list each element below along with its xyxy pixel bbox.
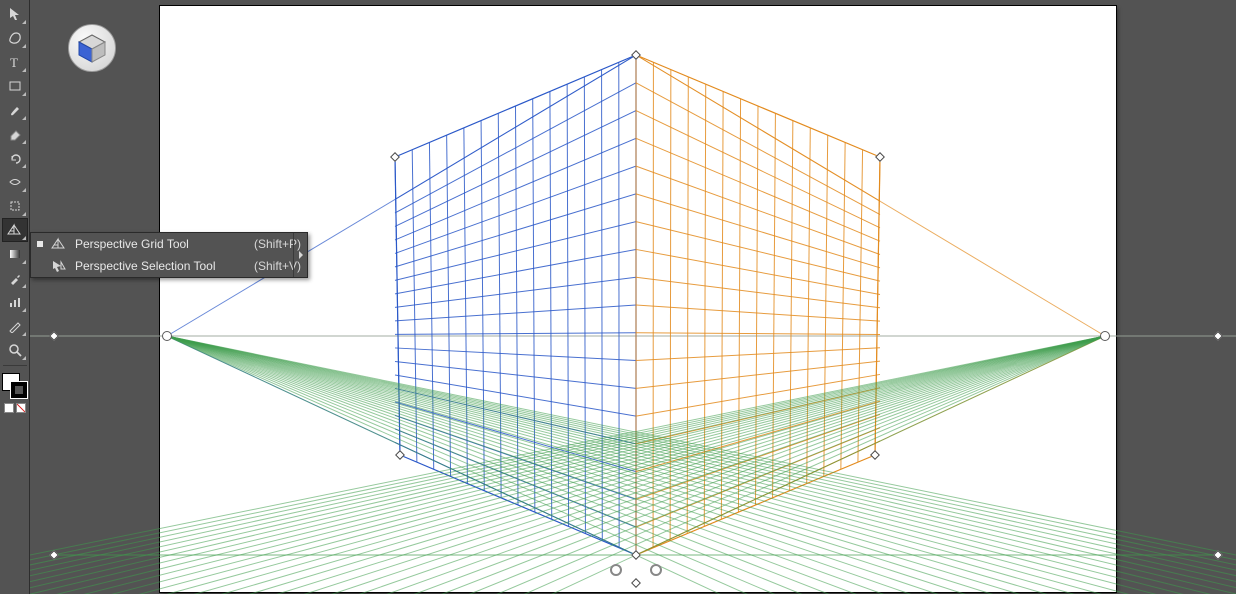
eyedropper-tool[interactable] — [3, 267, 27, 289]
flyout-tearoff-arrow[interactable] — [293, 233, 307, 277]
horizon-left-handle[interactable] — [49, 331, 59, 341]
horizon-right-handle[interactable] — [1213, 331, 1223, 341]
direct-selection-tool[interactable] — [3, 27, 27, 49]
flyout-item-perspective-grid[interactable]: Perspective Grid Tool (Shift+P) — [31, 233, 307, 255]
vanishing-point-left[interactable] — [162, 331, 172, 341]
origin-left-handle[interactable] — [610, 564, 622, 576]
artboard[interactable] — [160, 6, 1116, 592]
flyout-item-label: Perspective Grid Tool — [75, 237, 189, 251]
rectangle-tool[interactable] — [3, 75, 27, 97]
width-tool[interactable] — [3, 171, 27, 193]
gradient-tool[interactable] — [3, 243, 27, 265]
vanishing-point-right[interactable] — [1100, 331, 1110, 341]
perspective-grid-flyout: Perspective Grid Tool (Shift+P) Perspect… — [30, 232, 308, 278]
rotate-tool[interactable] — [3, 147, 27, 169]
zoom-tool[interactable] — [3, 339, 27, 361]
eraser-tool[interactable] — [3, 123, 27, 145]
tools-panel: T — [0, 0, 30, 594]
plane-chooser-widget[interactable] — [68, 24, 116, 72]
ground-right-handle[interactable] — [1213, 550, 1223, 560]
origin-right-handle[interactable] — [650, 564, 662, 576]
flyout-item-label: Perspective Selection Tool — [75, 259, 216, 273]
perspective-grid-icon — [51, 236, 67, 252]
selection-tool[interactable] — [3, 3, 27, 25]
paintbrush-tool[interactable] — [3, 99, 27, 121]
column-graph-tool[interactable] — [3, 291, 27, 313]
slice-tool[interactable] — [3, 315, 27, 337]
perspective-grid-tool[interactable] — [3, 219, 27, 241]
fill-stroke-swatch[interactable] — [2, 373, 28, 399]
type-tool[interactable]: T — [3, 51, 27, 73]
perspective-selection-icon — [51, 258, 67, 274]
color-none-row[interactable] — [4, 403, 26, 413]
flyout-item-perspective-selection[interactable]: Perspective Selection Tool (Shift+V) — [31, 255, 307, 277]
svg-text:T: T — [10, 55, 18, 69]
ground-left-handle[interactable] — [49, 550, 59, 560]
free-transform-tool[interactable] — [3, 195, 27, 217]
